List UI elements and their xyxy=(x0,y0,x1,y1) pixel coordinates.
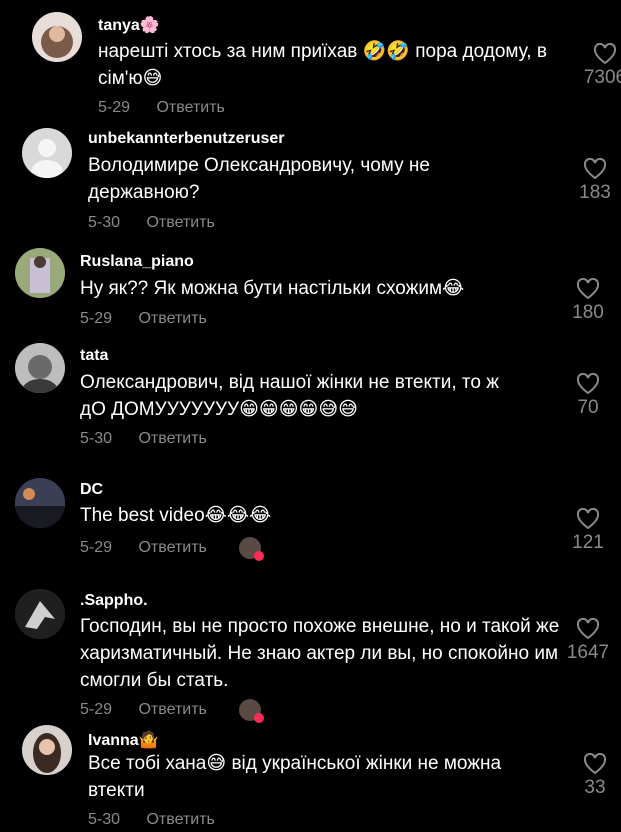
comment-meta: 5-29 Ответить xyxy=(80,537,265,561)
comment-username[interactable]: .Sappho. xyxy=(80,592,148,610)
comment-username[interactable]: tata xyxy=(80,347,108,365)
comment-item: tanya🌸 нарешті хтось за ним приїхав 🤣🤣 п… xyxy=(0,0,621,125)
comment-item: unbekannterbenutzeruser Володимире Олекс… xyxy=(0,125,621,240)
comment-text: Ну як?? Як можна бути настільки схожим😂 xyxy=(80,278,465,299)
avatar[interactable] xyxy=(32,12,82,62)
comment-username[interactable]: Ivanna🤷 xyxy=(88,730,159,750)
avatar[interactable] xyxy=(15,589,65,639)
avatar[interactable] xyxy=(22,128,72,178)
reply-button[interactable]: Ответить xyxy=(138,701,206,718)
like-count: 7306 xyxy=(583,67,621,88)
comment-date: 5-29 xyxy=(80,539,113,557)
comment-username[interactable]: DC xyxy=(80,481,103,499)
like-count: 1647 xyxy=(566,642,610,663)
reply-button[interactable]: Ответить xyxy=(156,99,224,116)
like-count: 33 xyxy=(584,777,606,798)
comment-text: Господин, вы не просто похоже внешне, но… xyxy=(80,616,560,691)
comment-item: .Sappho. Господин, вы не просто похоже в… xyxy=(0,585,621,725)
heart-outline-icon xyxy=(576,373,600,395)
comment-meta: 5-30 Ответить xyxy=(80,430,207,448)
heart-outline-icon xyxy=(593,43,617,65)
creator-liked-icon xyxy=(239,699,265,723)
heart-outline-icon xyxy=(576,508,600,530)
comment-date: 5-30 xyxy=(80,430,113,447)
avatar[interactable] xyxy=(22,725,72,775)
comment-text: нарешті хтось за ним приїхав 🤣🤣 пора дод… xyxy=(98,41,547,89)
reply-button[interactable]: Ответить xyxy=(138,539,206,556)
reply-button[interactable]: Ответить xyxy=(146,811,214,828)
heart-outline-icon xyxy=(583,158,607,180)
heart-outline-icon xyxy=(583,753,607,775)
comment-item: tata Олександрович, від нашої жінки не в… xyxy=(0,335,621,470)
like-button[interactable]: 1647 xyxy=(558,618,618,664)
comment-date: 5-30 xyxy=(88,811,121,828)
comment-meta: 5-29 Ответить xyxy=(80,310,207,328)
comment-item: Ruslana_piano Ну як?? Як можна бути наст… xyxy=(0,240,621,335)
comment-username[interactable]: unbekannterbenutzeruser xyxy=(88,130,284,148)
like-button[interactable]: 7306 xyxy=(575,43,621,89)
comment-text: The best video😂😂😂 xyxy=(80,505,272,526)
like-button[interactable]: 180 xyxy=(558,278,618,324)
comment-item: DC The best video😂😂😂 5-29 Ответить 121 xyxy=(0,470,621,585)
like-count: 183 xyxy=(579,182,611,203)
comment-username[interactable]: tanya🌸 xyxy=(98,15,160,35)
comment-text: Володимире Олександровичу, чому не держа… xyxy=(88,155,430,203)
comment-text: Олександрович, від нашої жінки не втекти… xyxy=(80,372,499,420)
comment-meta: 5-29 Ответить xyxy=(80,699,265,723)
comment-item: Ivanna🤷 Все тобі хана😅 від української ж… xyxy=(0,725,621,832)
reply-button[interactable]: Ответить xyxy=(146,214,214,231)
comment-date: 5-29 xyxy=(98,99,131,116)
comment-username[interactable]: Ruslana_piano xyxy=(80,253,194,271)
heart-outline-icon xyxy=(576,618,600,640)
comment-text: Все тобі хана😅 від української жінки не … xyxy=(88,753,502,801)
comment-meta: 5-29 Ответить xyxy=(98,99,225,117)
like-button[interactable]: 183 xyxy=(565,158,621,204)
comment-date: 5-29 xyxy=(80,310,113,327)
comment-date: 5-29 xyxy=(80,701,113,719)
heart-outline-icon xyxy=(576,278,600,300)
creator-liked-icon xyxy=(239,537,265,561)
like-count: 70 xyxy=(577,397,599,418)
like-button[interactable]: 121 xyxy=(558,508,618,554)
comment-meta: 5-30 Ответить xyxy=(88,214,215,232)
like-button[interactable]: 33 xyxy=(565,753,621,799)
comment-meta: 5-30 Ответить xyxy=(88,811,215,829)
comment-date: 5-30 xyxy=(88,214,121,231)
avatar[interactable] xyxy=(15,343,65,393)
avatar[interactable] xyxy=(15,248,65,298)
reply-button[interactable]: Ответить xyxy=(138,430,206,447)
reply-button[interactable]: Ответить xyxy=(138,310,206,327)
like-count: 180 xyxy=(572,302,604,323)
avatar[interactable] xyxy=(15,478,65,528)
like-button[interactable]: 70 xyxy=(558,373,618,419)
like-count: 121 xyxy=(572,532,604,553)
